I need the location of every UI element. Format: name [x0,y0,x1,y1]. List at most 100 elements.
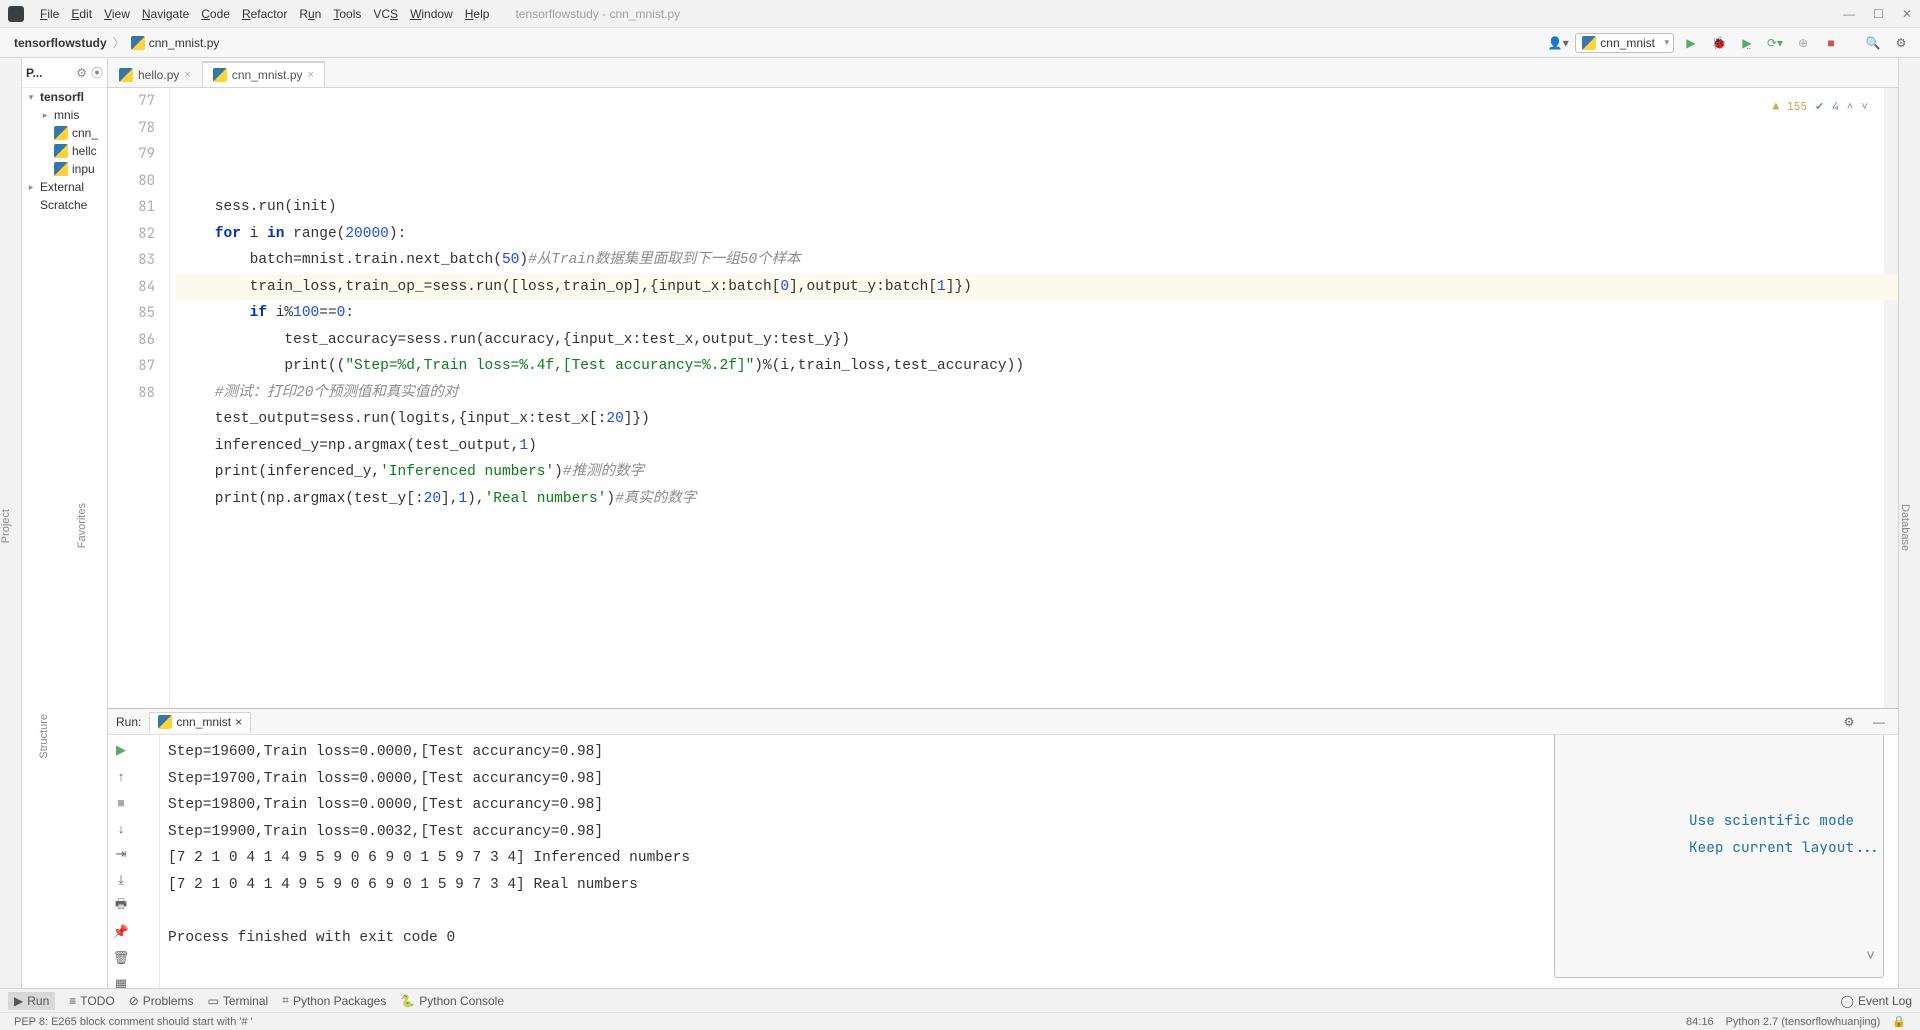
python-file-icon [213,68,227,82]
left-tool-stripe: Project Structure Favorites [0,58,22,988]
window-maximize-icon[interactable]: ☐ [1873,7,1884,21]
hide-panel-icon[interactable]: — [1868,711,1890,733]
title-bar: File Edit View Navigate Code Refactor Ru… [0,0,1920,28]
bt-run[interactable]: ▶ Run [8,992,55,1010]
tw-project[interactable]: Project [0,509,12,543]
bt-python-console[interactable]: 🐍 Python Console [400,994,504,1008]
tree-item[interactable]: ▸External [22,178,107,196]
print-icon[interactable]: 🖶 [110,895,132,917]
tree-item[interactable]: Scratche [22,196,107,214]
bt-terminal[interactable]: ▭ Terminal [207,994,268,1008]
tree-item[interactable]: inpu [22,160,107,178]
breadcrumb-file[interactable]: cnn_mnist.py [125,34,226,52]
scroll-to-end-icon[interactable]: ⤓ [110,869,132,891]
caret-position[interactable]: 84:16 [1680,1016,1720,1028]
add-user-icon[interactable]: 👤▾ [1547,32,1569,54]
run-settings-icon[interactable]: ⚙ [1838,711,1860,733]
breadcrumb-project[interactable]: tensorflowstudy [8,34,113,52]
rerun-button[interactable]: ▶ [110,739,132,761]
menu-refactor[interactable]: Refactor [236,5,293,23]
menu-run[interactable]: Run [293,5,327,23]
menu-window[interactable]: Window [404,5,459,23]
soft-wrap-icon[interactable]: ⇥ [110,843,132,865]
bt-event-log[interactable]: ◯ Event Log [1841,994,1912,1008]
stop-button[interactable]: ■ [1820,32,1842,54]
window-close-icon[interactable]: ✕ [1902,7,1912,21]
profile-button[interactable]: ⟳▾ [1764,32,1786,54]
python-file-icon [131,36,145,50]
python-file-icon [158,715,172,729]
close-icon[interactable]: × [235,715,242,729]
editor-tab[interactable]: cnn_mnist.py× [202,61,325,87]
menu-tools[interactable]: Tools [327,5,367,23]
menu-code[interactable]: Code [195,5,236,23]
right-tool-stripe: Database SciView [1898,58,1920,988]
bottom-tool-stripe: ▶ Run ≡ TODO ⊘ Problems ▭ Terminal ⌗ Pyt… [0,988,1920,1012]
coverage-button[interactable]: ▶̤ [1736,32,1758,54]
menu-file[interactable]: File [34,5,65,23]
window-title: tensorflowstudy - cnn_mnist.py [515,7,680,21]
layout-icon[interactable]: ▦ [110,973,132,988]
clear-all-icon[interactable]: 🗑 [110,947,132,969]
tree-item[interactable]: cnn_ [22,124,107,142]
project-view-settings-icon[interactable]: ⚙ [76,66,87,80]
scroll-up-icon[interactable]: ↑ [110,765,132,787]
run-panel-title: Run: [116,715,141,729]
project-view-target-icon[interactable]: ⦿ [91,64,103,81]
chevron-down-icon[interactable]: ˅ [1866,943,1875,970]
lock-icon[interactable]: 🔒 [1886,1015,1912,1028]
bt-todo[interactable]: ≡ TODO [69,994,114,1008]
tree-item[interactable]: hellc [22,142,107,160]
line-gutter: 777879808182838485868788 [108,88,170,708]
status-bar: PEP 8: E265 block comment should start w… [0,1012,1920,1030]
stop-button[interactable]: ■ [110,791,132,813]
close-icon[interactable]: × [308,69,314,81]
run-tool-buttons: ▶ ↑ ■ ↓ ⇥ ⤓ 🖶 📌 🗑 ▦ [108,735,160,988]
inspection-widget[interactable]: ▲155 ✔4 ˄ ˅ [1773,94,1868,121]
tw-database[interactable]: Database [1899,504,1911,551]
editor-tab[interactable]: hello.py× [108,61,202,87]
attach-button[interactable]: ⊕ [1792,32,1814,54]
scroll-down-icon[interactable]: ↓ [110,817,132,839]
menu-vcs[interactable]: VCS [367,5,404,23]
run-config-selector[interactable]: cnn_mnist [1575,33,1674,53]
tw-structure[interactable]: Structure [38,714,50,759]
ok-icon: ✔ [1815,94,1824,121]
menu-help[interactable]: Help [459,5,496,23]
project-tool-window: P... ⚙ ⦿ ▾tensorfl▸mniscnn_hellcinpu▸Ext… [22,58,108,988]
editor-tabs: hello.py×cnn_mnist.py× [108,58,1898,88]
menu-edit[interactable]: Edit [65,5,98,23]
project-view-label[interactable]: P... [26,66,42,80]
window-minimize-icon[interactable]: — [1843,7,1855,21]
chevron-down-icon[interactable]: ˅ [1861,94,1868,121]
navigation-bar: tensorflowstudy 〉 cnn_mnist.py 👤▾ cnn_mn… [0,28,1920,58]
close-icon[interactable]: × [184,69,190,81]
menu-navigate[interactable]: Navigate [136,5,195,23]
bt-python-packages[interactable]: ⌗ Python Packages [282,993,386,1008]
app-logo-icon [8,6,24,22]
debug-button[interactable]: 🐞 [1708,32,1730,54]
python-file-icon [1582,36,1596,50]
code-area[interactable]: ▲155 ✔4 ˄ ˅ sess.run(init) for i in rang… [176,88,1898,708]
run-button[interactable]: ▶ [1680,32,1702,54]
python-file-icon [119,68,133,82]
console-output[interactable]: Step=19600,Train loss=0.0000,[Test accur… [160,735,1898,988]
link-scientific-mode[interactable]: Use scientific mode [1689,811,1854,830]
run-tab[interactable]: cnn_mnist× [149,712,251,732]
tree-item[interactable]: ▾tensorfl [22,88,107,106]
settings-icon[interactable]: ⚙ [1890,32,1912,54]
chevron-up-icon[interactable]: ˄ [1847,94,1854,121]
warning-icon: ▲ [1773,94,1780,121]
interpreter-indicator[interactable]: Python 2.7 (tensorflowhuanjing) [1720,1016,1887,1028]
tw-favorites[interactable]: Favorites [76,503,88,548]
tree-item[interactable]: ▸mnis [22,106,107,124]
link-keep-layout[interactable]: Keep current layout... [1689,838,1880,857]
bt-problems[interactable]: ⊘ Problems [129,994,194,1008]
menu-view[interactable]: View [98,5,136,23]
search-everywhere-icon[interactable]: 🔍 [1862,32,1884,54]
run-tool-window: Run: cnn_mnist× ⚙ — ▶ ↑ ■ ↓ ⇥ ⤓ 🖶 📌 🗑 ▦ [108,708,1898,988]
notification-numpy: iLooks like you're using NumPy Would you… [1554,735,1884,978]
editor[interactable]: 777879808182838485868788 ▲155 ✔4 ˄ ˅ ses… [108,88,1898,708]
pin-icon[interactable]: 📌 [110,921,132,943]
status-message: PEP 8: E265 block comment should start w… [8,1016,259,1028]
